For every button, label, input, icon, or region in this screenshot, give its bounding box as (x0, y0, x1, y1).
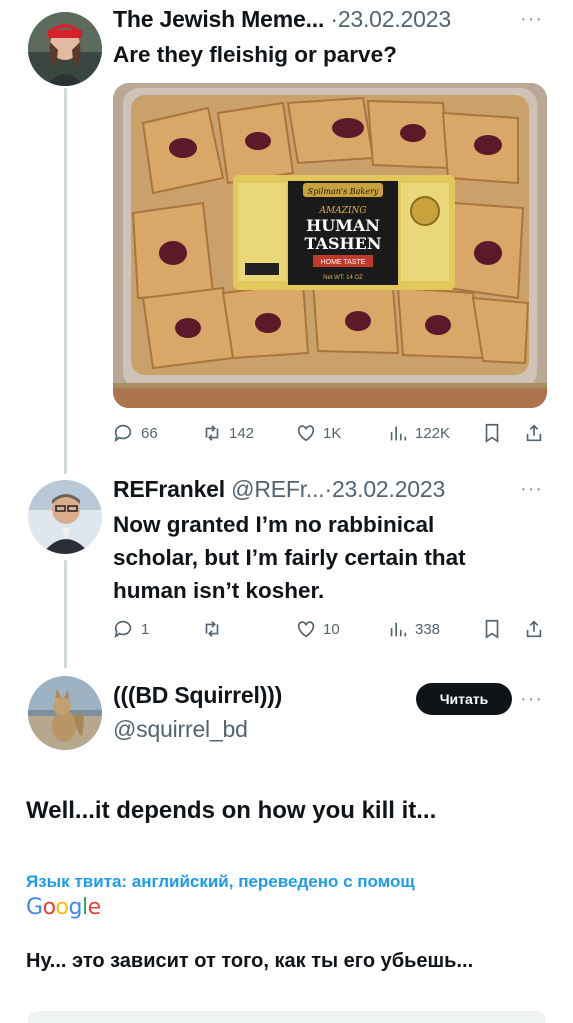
views-icon (390, 426, 407, 441)
tweet-date[interactable]: 23.02.2023 (332, 476, 445, 502)
tweet-text: Are they fleishig or parve? (113, 42, 397, 67)
avatar[interactable] (28, 12, 102, 86)
focus-author-name[interactable]: (((BD Squirrel))) (113, 682, 282, 709)
views-button[interactable]: 338 (387, 618, 440, 640)
retweet-count: 142 (229, 424, 255, 442)
retweet-icon (205, 425, 219, 441)
avatar[interactable] (28, 676, 102, 750)
like-button[interactable]: 1K (295, 422, 341, 444)
bookmark-button[interactable] (481, 618, 503, 640)
reply-count: 1 (141, 620, 150, 638)
views-count: 122K (415, 424, 451, 442)
share-icon (526, 620, 542, 638)
bookmark-button[interactable] (481, 422, 503, 444)
package-line1: AMAZING (318, 206, 366, 216)
reply-icon (114, 620, 132, 639)
like-button[interactable]: 10 (295, 618, 340, 640)
like-count: 1K (323, 424, 342, 442)
avatar[interactable] (28, 480, 102, 554)
tweet-date[interactable]: 23.02.2023 (338, 6, 451, 32)
retweet-icon (205, 621, 219, 637)
share-icon (526, 424, 542, 442)
tweet-actions: 66 142 1K 122K (113, 422, 547, 446)
package-line3: TASHEN (305, 234, 382, 253)
follow-button[interactable]: Читать (416, 683, 512, 715)
package-line4: HOME TASTE (321, 259, 366, 266)
tweet-text: Well...it depends on how you kill it... (26, 797, 437, 824)
package-brand: Spilman's Bakery (308, 187, 379, 196)
retweet-button[interactable]: 142 (201, 422, 254, 444)
thread-line (64, 88, 67, 474)
author-name[interactable]: REFrankel (113, 476, 225, 502)
tweet-actions: 1 10 338 (113, 618, 547, 642)
focus-author-handle[interactable]: @squirrel_bd (113, 716, 248, 743)
bookmark-icon (485, 423, 499, 443)
google-logo: Google (26, 895, 101, 920)
tweet-text-line: human isn’t kosher. (113, 578, 325, 603)
tweet-text: Now granted I’m no rabbinical scholar, b… (113, 508, 466, 607)
reply-button[interactable]: 1 (113, 618, 149, 640)
tweet-photo[interactable]: Spilman's Bakery AMAZING HUMAN TASHEN HO… (113, 83, 547, 408)
share-button[interactable] (523, 618, 545, 640)
reply-icon (114, 424, 132, 443)
like-count: 10 (323, 620, 340, 638)
more-icon[interactable]: ··· (520, 8, 543, 31)
heart-icon (297, 425, 315, 442)
tweet-header: REFrankel @REFr...·23.02.2023 (113, 476, 445, 503)
tweet-text-line: scholar, but I’m fairly certain that (113, 545, 466, 570)
package-line2: HUMAN (306, 216, 380, 235)
tweet-header: The Jewish Meme... ·23.02.2023 (113, 6, 451, 33)
more-icon[interactable]: ··· (520, 478, 543, 501)
retweet-button[interactable] (201, 618, 223, 640)
views-button[interactable]: 122K (387, 422, 450, 444)
reply-button[interactable]: 66 (113, 422, 158, 444)
translation-note-link[interactable]: Язык твита: английский, переведено с пом… (26, 872, 546, 892)
heart-icon (297, 621, 315, 638)
reply-count: 66 (141, 424, 158, 442)
thread-line (64, 560, 67, 668)
share-button[interactable] (523, 422, 545, 444)
author-handle[interactable]: @REFr... (231, 476, 325, 502)
separator: · (330, 6, 338, 32)
views-icon (390, 622, 407, 637)
package-weight: Net WT: 14 OZ (323, 275, 363, 281)
translated-text: Ну... это зависит от того, как ты его уб… (26, 950, 474, 972)
separator: · (324, 476, 332, 502)
author-name[interactable]: The Jewish Meme... (113, 6, 324, 32)
more-icon[interactable]: ··· (520, 688, 543, 711)
views-count: 338 (415, 620, 441, 638)
bookmark-icon (485, 619, 499, 639)
tweet-text-line: Now granted I’m no rabbinical (113, 512, 435, 537)
reply-bar[interactable] (28, 1011, 546, 1023)
